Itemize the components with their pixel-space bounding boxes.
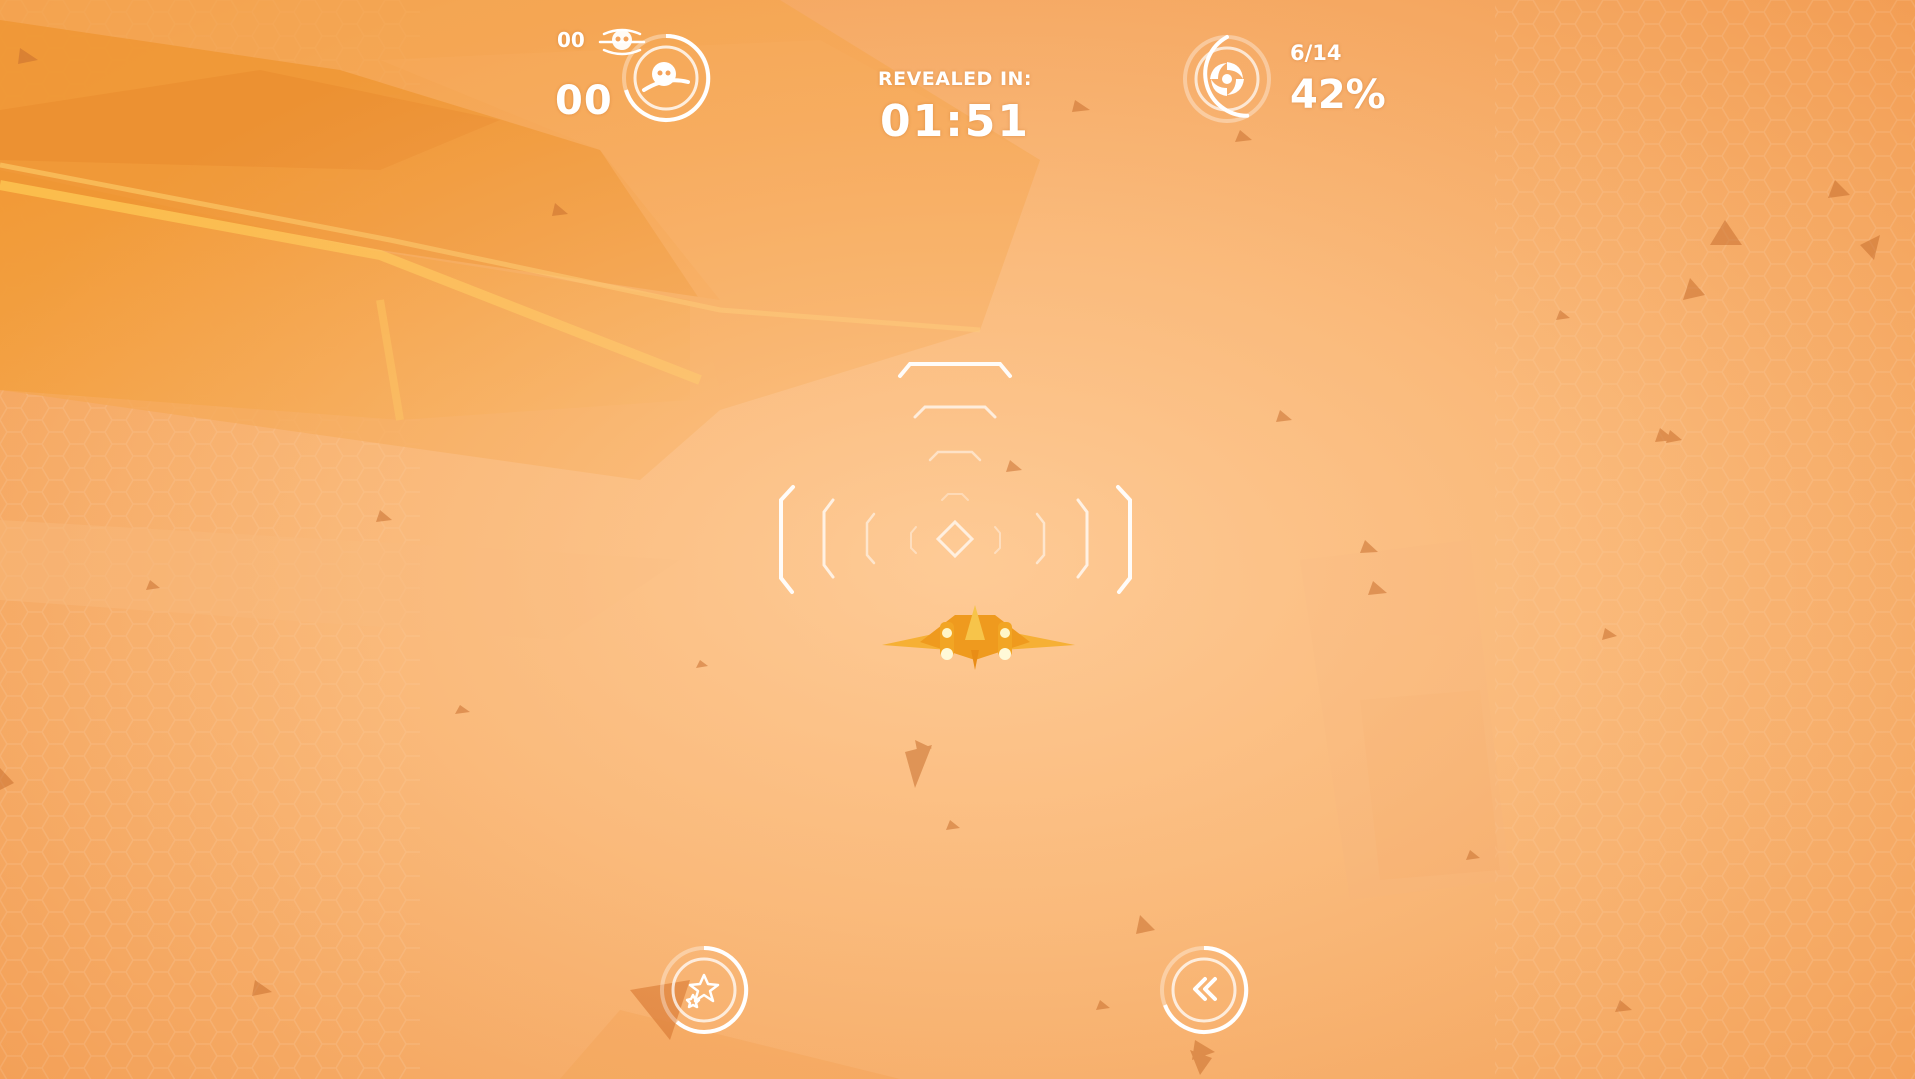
double-chevron-left-icon [1160,945,1249,1034]
ability-boost-button[interactable] [1157,943,1251,1037]
pickup-progress-count: 6/14 [1290,41,1342,65]
revealed-in-label: REVEALED IN: [877,68,1033,90]
ability-burst-button[interactable] [657,943,751,1037]
pickup-progress-percent: 42% [1290,72,1386,118]
vortex-icon [1180,32,1274,126]
revealed-in-timer: 01:51 [879,96,1031,147]
burst-stars-icon [660,945,749,1034]
skull-ring-icon [620,32,712,124]
game-scene [0,0,1915,1079]
kills-counter-large: 00 [555,78,613,124]
kills-counter-small: 00 [557,28,585,52]
